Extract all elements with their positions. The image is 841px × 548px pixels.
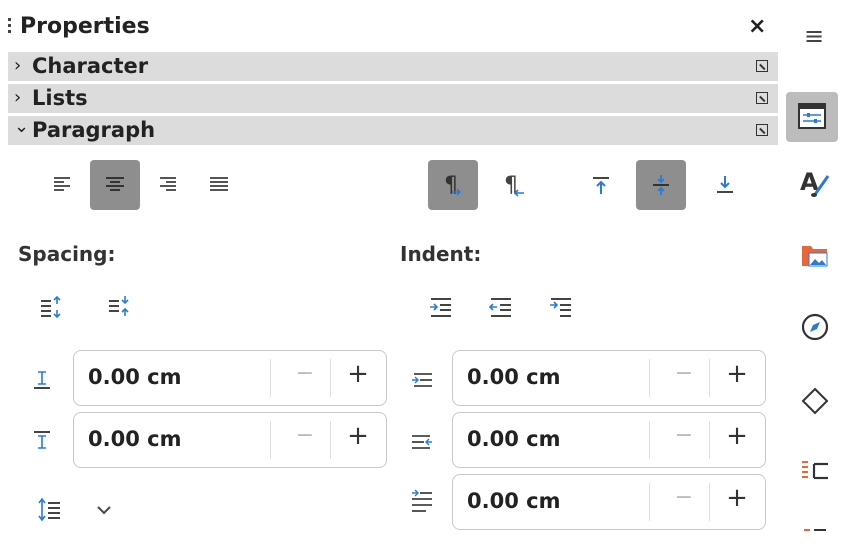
spacing-below-icon xyxy=(30,428,54,452)
first-line-decrement-button[interactable]: − xyxy=(659,485,709,510)
sidebar-item-more[interactable] xyxy=(800,520,828,548)
chevron-right-icon: › xyxy=(14,87,22,108)
section-paragraph-label: Paragraph xyxy=(32,118,156,142)
sidebar-item-gallery[interactable] xyxy=(800,240,828,268)
align-right-icon xyxy=(160,177,176,191)
increase-indent-icon xyxy=(430,298,451,317)
spacing-below-value[interactable]: 0.00 cm xyxy=(88,427,181,451)
decrease-paragraph-spacing-icon xyxy=(109,296,129,316)
more-options-icon[interactable] xyxy=(756,60,768,72)
panel-title: Properties xyxy=(20,14,150,39)
indent-before-decrement-button[interactable]: − xyxy=(659,361,709,386)
spacing-above-decrement-button[interactable]: − xyxy=(280,361,330,386)
spacing-below-decrement-button[interactable]: − xyxy=(280,423,330,448)
first-line-indent-value[interactable]: 0.00 cm xyxy=(467,489,560,513)
align-right-button[interactable] xyxy=(142,160,192,210)
indent-before-text-value[interactable]: 0.00 cm xyxy=(467,365,560,389)
properties-panel: Properties × › Character › Lists ⌄ Parag… xyxy=(0,0,782,535)
justify-icon xyxy=(210,177,228,191)
chevron-right-icon: › xyxy=(14,55,22,76)
spacing-above-increment-button[interactable]: + xyxy=(332,359,384,389)
paragraph-rtl-icon: ¶ xyxy=(504,173,524,198)
hanging-indent-icon xyxy=(550,298,571,317)
section-character-header[interactable]: › Character xyxy=(8,52,778,81)
sidebar-item-shapes[interactable] xyxy=(800,386,829,415)
spacing-below-field[interactable]: 0.00 cm − + xyxy=(73,412,387,468)
drag-grip-icon[interactable] xyxy=(8,18,11,36)
increase-paragraph-spacing-icon xyxy=(41,295,61,319)
align-left-icon xyxy=(54,177,70,191)
indent-before-increment-button[interactable]: + xyxy=(711,359,763,389)
align-bottom-button[interactable] xyxy=(700,160,750,210)
left-to-right-button[interactable]: ¶ xyxy=(428,160,478,210)
indent-before-text-icon xyxy=(410,368,434,392)
section-lists-header[interactable]: › Lists xyxy=(8,84,778,113)
sidebar-item-styles[interactable]: A xyxy=(800,168,830,197)
align-middle-icon xyxy=(653,175,669,195)
section-lists-label: Lists xyxy=(32,86,88,110)
more-options-icon[interactable] xyxy=(756,124,768,136)
page-indent-icon xyxy=(802,461,828,480)
spacing-above-icon xyxy=(30,368,54,392)
indent-after-text-icon xyxy=(410,430,434,454)
decrease-spacing-button[interactable] xyxy=(106,294,132,320)
section-paragraph-header[interactable]: ⌄ Paragraph xyxy=(8,116,778,145)
svg-text:¶: ¶ xyxy=(444,173,458,198)
section-character-label: Character xyxy=(32,54,149,78)
indent-after-text-value[interactable]: 0.00 cm xyxy=(467,427,560,451)
close-button[interactable]: × xyxy=(748,14,766,39)
navigator-icon xyxy=(801,313,829,341)
first-line-indent-field[interactable]: 0.00 cm − + xyxy=(452,474,766,530)
paragraph-ltr-icon: ¶ xyxy=(444,173,462,198)
styles-icon: A xyxy=(800,168,830,197)
align-top-button[interactable] xyxy=(576,160,626,210)
sidebar-menu-icon[interactable]: ≡ xyxy=(804,22,824,50)
align-center-button[interactable] xyxy=(90,160,140,210)
decrease-indent-icon xyxy=(488,298,511,317)
chevron-down-icon: ⌄ xyxy=(14,116,30,137)
sidebar-item-navigator[interactable] xyxy=(800,312,829,341)
line-spacing-button[interactable] xyxy=(36,496,64,524)
indent-after-decrement-button[interactable]: − xyxy=(659,423,709,448)
align-bottom-icon xyxy=(717,176,733,193)
increase-indent-button[interactable] xyxy=(428,294,454,320)
spacing-above-field[interactable]: 0.00 cm − + xyxy=(73,350,387,406)
right-to-left-button[interactable]: ¶ xyxy=(490,160,540,210)
align-center-icon xyxy=(106,177,124,191)
indent-label: Indent: xyxy=(400,242,482,266)
panel-title-bar: Properties × xyxy=(0,10,782,44)
shapes-diamond-icon xyxy=(801,387,829,415)
justified-button[interactable] xyxy=(194,160,244,210)
more-options-icon[interactable] xyxy=(756,92,768,104)
line-spacing-icon xyxy=(38,497,60,522)
spacing-label: Spacing: xyxy=(18,242,116,266)
gallery-icon xyxy=(802,246,828,267)
first-line-increment-button[interactable]: + xyxy=(711,483,763,513)
increase-spacing-button[interactable] xyxy=(38,294,64,320)
properties-icon xyxy=(798,103,826,129)
first-line-indent-icon xyxy=(410,488,434,514)
indent-after-increment-button[interactable]: + xyxy=(711,421,763,451)
deck-sidebar: ≡ A xyxy=(782,0,841,535)
align-left-button[interactable] xyxy=(38,160,88,210)
spacing-above-value[interactable]: 0.00 cm xyxy=(88,365,181,389)
hanging-indent-button[interactable] xyxy=(548,294,574,320)
indent-after-text-field[interactable]: 0.00 cm − + xyxy=(452,412,766,468)
line-spacing-dropdown[interactable] xyxy=(96,504,112,516)
align-middle-button[interactable] xyxy=(636,160,686,210)
sidebar-item-page[interactable] xyxy=(800,456,828,484)
spacing-below-increment-button[interactable]: + xyxy=(332,421,384,451)
partially-visible-icon xyxy=(804,529,826,531)
sidebar-item-properties[interactable] xyxy=(786,92,838,142)
indent-before-text-field[interactable]: 0.00 cm − + xyxy=(452,350,766,406)
decrease-indent-button[interactable] xyxy=(488,294,514,320)
chevron-down-icon xyxy=(97,506,111,515)
align-top-icon xyxy=(593,177,609,194)
